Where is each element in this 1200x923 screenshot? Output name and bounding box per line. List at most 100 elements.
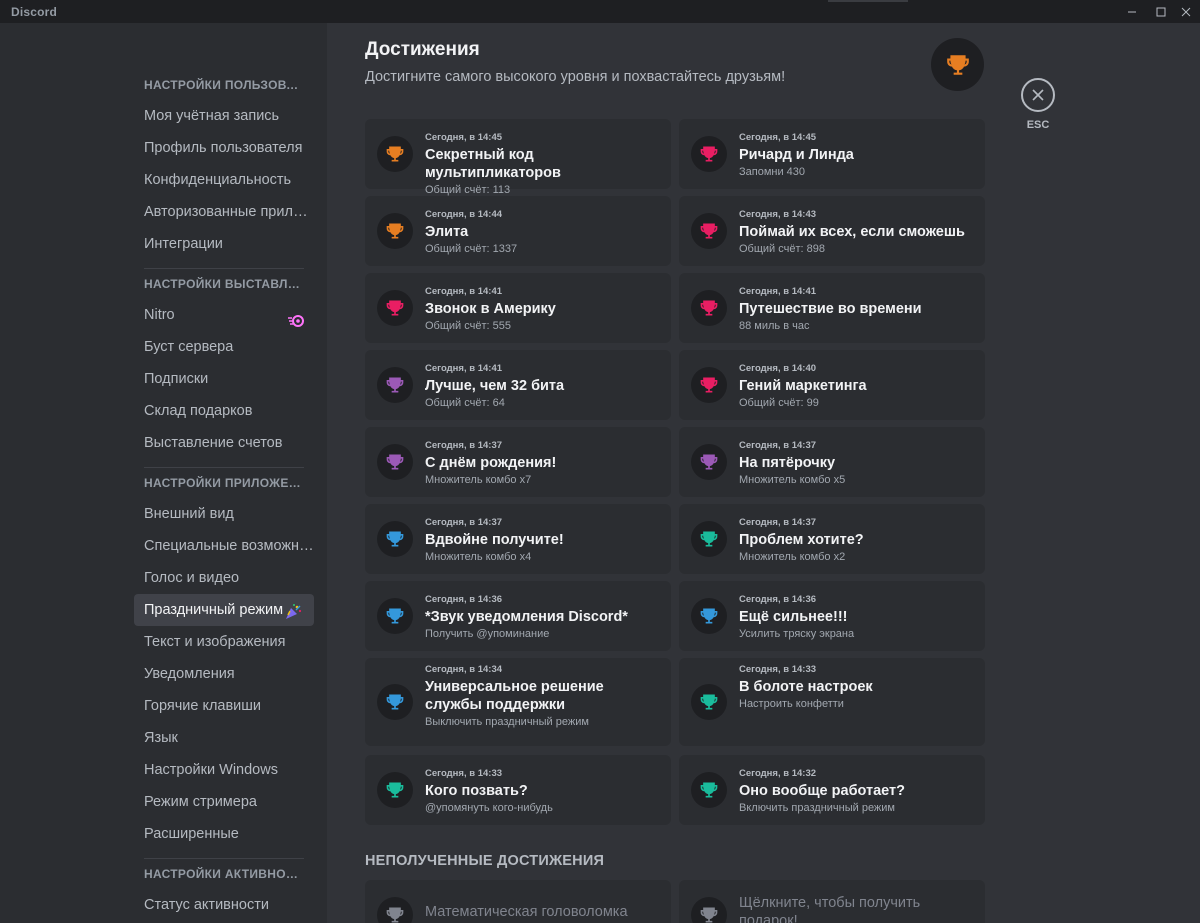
achievement-card[interactable]: Сегодня, в 14:37 Проблем хотите? Множитель… [679, 504, 985, 574]
achievement-card[interactable]: Сегодня, в 14:34 Универсальное решение сл… [365, 658, 671, 746]
achievement-card[interactable]: Сегодня, в 14:40 Гений маркетинга Общий сч… [679, 350, 985, 420]
achievement-text: Сегодня, в 14:44 Элита Общий счёт: 1337 [425, 209, 661, 255]
achievement-name: Элита [425, 224, 469, 240]
close-icon[interactable] [1021, 78, 1055, 112]
sidebar-item[interactable]: Подписки [134, 363, 314, 395]
sidebar-item[interactable]: Специальные возможности [134, 530, 314, 562]
trophy-icon [691, 684, 727, 720]
achievement-card[interactable]: Сегодня, в 14:43 Поймай их всех, если смо… [679, 196, 985, 266]
sidebar-item-label: Статус активности [144, 897, 269, 913]
sidebar-item-label: Конфиденциальность [144, 172, 292, 188]
achievement-card[interactable]: Сегодня, в 14:44 Элита Общий счёт: 1337 [365, 196, 671, 266]
achievement-text: Математическая головоломка [425, 900, 661, 921]
achievement-text: Сегодня, в 14:34 Универсальное решение сл… [425, 664, 661, 728]
sidebar-item[interactable]: Буст сервера [134, 331, 314, 363]
title-bar: Discord [0, 0, 1200, 23]
sidebar-section-header: НАСТРОЙКИ ПОЛЬЗОВАТЕЛЯ [144, 78, 306, 92]
sidebar-item-label: Интеграции [144, 236, 223, 252]
achievement-name: Ещё сильнее!!! [739, 609, 848, 625]
achievement-text: Сегодня, в 14:45 Ричард и Линда Запомни 43… [739, 132, 975, 178]
achievement-text: Сегодня, в 14:41 Путешествие во времени 88… [739, 286, 975, 332]
locked-achievement-card[interactable]: Щёлкните, чтобы получить подарок! [679, 880, 985, 923]
achievement-time: Сегодня, в 14:33 [425, 768, 503, 779]
maximize-icon[interactable] [1147, 0, 1175, 23]
esc-button[interactable]: ESC [1021, 78, 1055, 131]
sidebar-item-label: Склад подарков [144, 403, 253, 419]
settings-sidebar: НАСТРОЙКИ ПОЛЬЗОВАТЕЛЯ Моя учётная запись… [0, 23, 327, 923]
sidebar-item-label: Буст сервера [144, 339, 234, 355]
achievement-card[interactable]: Сегодня, в 14:37 С днём рождения! Множител… [365, 427, 671, 497]
sidebar-item[interactable]: Авторизованные приложения [134, 196, 314, 228]
achievement-text: Сегодня, в 14:33 В болоте настроек Настрои… [739, 664, 975, 710]
sidebar-item-label: Подписки [144, 371, 209, 387]
achievement-description: Получить @упоминание [425, 628, 550, 640]
sidebar-item[interactable]: Nitro [134, 299, 314, 331]
sidebar-item[interactable]: Моя учётная запись [134, 100, 314, 132]
achievement-card[interactable]: Сегодня, в 14:36 Ещё сильнее!!! Усилить тр… [679, 581, 985, 651]
sidebar-item-label: Голос и видео [144, 570, 240, 586]
sidebar-item-label: Профиль пользователя [144, 140, 303, 156]
trophy-icon [377, 136, 413, 172]
sidebar-item-label: Nitro [144, 307, 175, 323]
app-name: Discord [11, 5, 58, 19]
achievement-time: Сегодня, в 14:34 [425, 664, 503, 675]
trophy-icon [691, 521, 727, 557]
achievement-card[interactable]: Сегодня, в 14:41 Лучше, чем 32 бита Общий … [365, 350, 671, 420]
achievement-card[interactable]: Сегодня, в 14:41 Путешествие во времени 88… [679, 273, 985, 343]
locked-achievement-card[interactable]: Математическая головоломка [365, 880, 671, 923]
sidebar-item[interactable]: Текст и изображения [134, 626, 314, 658]
close-icon[interactable] [1172, 0, 1200, 23]
achievement-description: @упомянуть кого-нибудь [425, 802, 553, 814]
sidebar-item[interactable]: Расширенные [134, 818, 314, 850]
achievement-time: Сегодня, в 14:37 [739, 517, 817, 528]
sidebar-item[interactable]: Горячие клавиши [134, 690, 314, 722]
achievement-card[interactable]: Сегодня, в 14:33 В болоте настроек Настрои… [679, 658, 985, 746]
achievement-name: Проблем хотите? [739, 532, 864, 548]
achievement-description: Множитель комбо x5 [739, 474, 846, 486]
sidebar-item-label: Моя учётная запись [144, 108, 280, 124]
achievement-description: Общий счёт: 113 [425, 184, 511, 196]
sidebar-item[interactable]: Уведомления [134, 658, 314, 690]
achievement-time: Сегодня, в 14:44 [425, 209, 503, 220]
achievement-card[interactable]: Сегодня, в 14:41 Звонок в Америку Общий сч… [365, 273, 671, 343]
achievement-card[interactable]: Сегодня, в 14:37 На пятёрочку Множитель ко… [679, 427, 985, 497]
sidebar-item-label: Уведомления [144, 666, 235, 682]
sidebar-item[interactable]: Интеграции [134, 228, 314, 260]
sidebar-section-header: НАСТРОЙКИ АКТИВНОСТИ [144, 867, 306, 881]
sidebar-item[interactable]: Конфиденциальность [134, 164, 314, 196]
sidebar-item[interactable]: Настройки Windows [134, 754, 314, 786]
achievement-name: Кого позвать? [425, 783, 528, 799]
sidebar-item[interactable]: Голос и видео [134, 562, 314, 594]
sidebar-item[interactable]: Режим стримера [134, 786, 314, 818]
sidebar-item[interactable]: Склад подарков [134, 395, 314, 427]
sidebar-item[interactable]: Праздничный режим [134, 594, 314, 626]
achievement-description: Усилить тряску экрана [739, 628, 855, 640]
sidebar-item[interactable]: Внешний вид [134, 498, 314, 530]
achievement-description: Выключить праздничный режим [425, 716, 589, 728]
trophy-icon [931, 38, 984, 91]
sidebar-section-header: НАСТРОЙКИ ВЫСТАВЛЕНИЯ СЧЕТОВ [144, 277, 306, 291]
achievement-card[interactable]: Сегодня, в 14:45 Ричард и Линда Запомни 43… [679, 119, 985, 189]
achievement-time: Сегодня, в 14:41 [739, 286, 817, 297]
sidebar-item[interactable]: Статус активности [134, 889, 314, 921]
sidebar-item[interactable]: Язык [134, 722, 314, 754]
sidebar-item[interactable]: Профиль пользователя [134, 132, 314, 164]
page-subtitle: Достигните самого высокого уровня и похв… [365, 69, 786, 85]
trophy-icon [377, 290, 413, 326]
achievement-text: Сегодня, в 14:36 *Звук уведомления Discor… [425, 594, 661, 640]
page-title: Достижения [365, 39, 480, 60]
sidebar-item-label: Язык [144, 730, 178, 746]
drag-handle[interactable] [828, 0, 908, 2]
achievement-name: В болоте настроек [739, 679, 873, 695]
achievement-text: Сегодня, в 14:37 На пятёрочку Множитель ко… [739, 440, 975, 486]
achievement-card[interactable]: Сегодня, в 14:37 Вдвойне получите! Множите… [365, 504, 671, 574]
minimize-icon[interactable] [1118, 0, 1146, 23]
achievement-card[interactable]: Сегодня, в 14:33 Кого позвать? @упомянуть … [365, 755, 671, 825]
achievement-card[interactable]: Сегодня, в 14:32 Оно вообще работает? Вклю… [679, 755, 985, 825]
achievement-text: Сегодня, в 14:33 Кого позвать? @упомянуть … [425, 768, 661, 814]
achievements-panel: Достижения Достигните самого высокого ур… [327, 23, 1200, 923]
achievement-card[interactable]: Сегодня, в 14:36 *Звук уведомления Discor… [365, 581, 671, 651]
achievement-card[interactable]: Сегодня, в 14:45 Секретный код мультиплик… [365, 119, 671, 196]
sidebar-item[interactable]: Выставление счетов [134, 427, 314, 459]
nitro-icon [288, 308, 304, 327]
